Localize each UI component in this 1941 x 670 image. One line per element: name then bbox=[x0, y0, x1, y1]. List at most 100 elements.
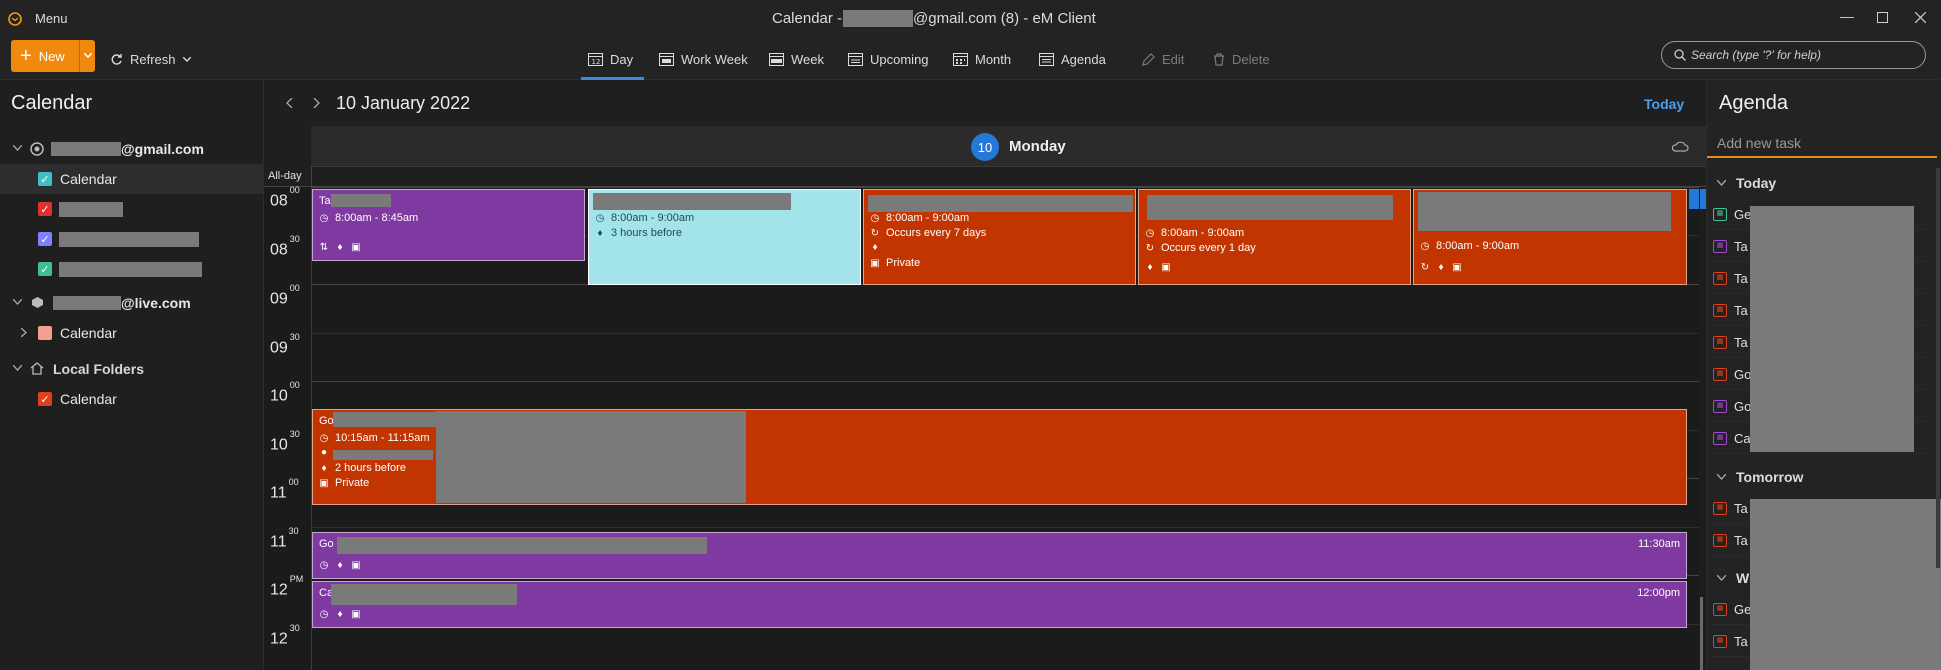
bell-icon: ♦ bbox=[872, 242, 878, 253]
calendar-upcoming-icon bbox=[848, 53, 863, 66]
view-week-button[interactable]: Week bbox=[769, 42, 824, 76]
search-icon bbox=[1674, 49, 1686, 61]
current-date-title: 10 January 2022 bbox=[336, 93, 471, 113]
sidebar-item-redacted-1[interactable]: ✓ bbox=[0, 194, 263, 224]
event-2-time: 8:00am - 9:00am bbox=[611, 212, 695, 224]
redacted-event-title bbox=[868, 195, 1133, 212]
account-live[interactable]: @live.com bbox=[0, 288, 263, 318]
event-5[interactable]: ◷ 8:00am - 9:00am ↻ ♦ ▣ bbox=[1413, 189, 1687, 285]
day-header: 10 Monday bbox=[311, 126, 1706, 167]
sidebar-title: Calendar bbox=[11, 92, 93, 114]
event-2[interactable]: ◷ 8:00am - 9:00am ♦ 3 hours before bbox=[588, 189, 861, 285]
view-work-week-label: Work Week bbox=[681, 51, 748, 67]
view-agenda-button[interactable]: Agenda bbox=[1039, 42, 1106, 76]
event-8[interactable]: Ca 12:00pm ◷ ♦ ▣ bbox=[312, 581, 1687, 628]
delete-button[interactable]: Delete bbox=[1213, 42, 1270, 76]
no-repeat-icon: ⇅ bbox=[319, 242, 329, 253]
gmail-calendar-label: Calendar bbox=[60, 171, 117, 187]
view-day-label: Day bbox=[610, 51, 634, 67]
calendar-event-icon: ▦ bbox=[1713, 240, 1727, 253]
event-4[interactable]: ◷ 8:00am - 9:00am ↻ Occurs every 1 day ♦ ▣ bbox=[1138, 189, 1411, 285]
time-grid[interactable]: 0800 0830 0900 0930 1000 1030 1100 1130 … bbox=[264, 185, 1706, 670]
checkbox-checked-icon[interactable]: ✓ bbox=[38, 392, 52, 406]
agenda-panel: Agenda Add new task Today ▦ Ge ▦ Ta ▦ Ta ▦ T… bbox=[1706, 80, 1941, 670]
chevron-right-icon[interactable] bbox=[21, 328, 27, 337]
checkbox-checked-icon[interactable]: ✓ bbox=[38, 172, 52, 186]
event-1[interactable]: Ta ◷ 8:00am - 8:45am ⇅ ♦ ▣ bbox=[312, 189, 585, 261]
agenda-section-today[interactable]: Today bbox=[1717, 175, 1776, 191]
event-7[interactable]: Go 11:30am ◷ ♦ ▣ bbox=[312, 532, 1687, 579]
edit-button[interactable]: Edit bbox=[1142, 42, 1184, 76]
time-label-1000: 1000 bbox=[270, 380, 300, 405]
bell-icon: ♦ bbox=[321, 462, 327, 474]
checkbox-checked-icon[interactable]: ✓ bbox=[38, 262, 52, 276]
redacted-location bbox=[333, 450, 433, 460]
sidebar-item-redacted-3[interactable]: ✓ bbox=[0, 254, 263, 284]
lock-icon: ▣ bbox=[1452, 262, 1462, 273]
event-6-time: 10:15am - 11:15am bbox=[335, 432, 430, 444]
app-logo-icon bbox=[8, 12, 22, 26]
account-gmail[interactable]: @gmail.com bbox=[0, 134, 263, 164]
checkbox-checked-icon[interactable]: ✓ bbox=[38, 202, 52, 216]
chevron-down-icon[interactable] bbox=[1717, 180, 1726, 186]
calendar-event-icon: ▦ bbox=[1713, 502, 1727, 515]
gmail-account-label: @gmail.com bbox=[121, 141, 204, 157]
menu-button[interactable]: Menu bbox=[35, 11, 68, 26]
previous-day-arrow-icon[interactable] bbox=[286, 98, 293, 108]
calendar-color-swatch[interactable] bbox=[38, 326, 52, 340]
event-6-title: Go bbox=[319, 415, 334, 427]
today-button[interactable]: Today bbox=[1644, 96, 1684, 112]
redacted-event-title bbox=[1147, 195, 1393, 220]
time-label-0930: 0930 bbox=[270, 332, 300, 357]
event-1-time: 8:00am - 8:45am bbox=[335, 212, 419, 224]
calendar-day-icon: 12 bbox=[588, 53, 603, 66]
lock-icon: ▣ bbox=[351, 242, 361, 253]
bell-icon: ♦ bbox=[337, 560, 343, 571]
local-folders-group[interactable]: Local Folders bbox=[0, 354, 263, 384]
chevron-down-icon[interactable] bbox=[13, 145, 22, 151]
view-upcoming-label: Upcoming bbox=[870, 51, 929, 67]
maximize-button[interactable] bbox=[1877, 12, 1888, 23]
calendar-event-icon: ▦ bbox=[1713, 368, 1727, 381]
lock-icon: ▣ bbox=[319, 477, 329, 489]
clock-icon: ◷ bbox=[1420, 240, 1430, 252]
new-label: New bbox=[38, 48, 65, 64]
view-day-button[interactable]: 12 Day bbox=[588, 42, 633, 76]
new-button[interactable]: + New bbox=[11, 40, 95, 72]
chevron-down-icon[interactable] bbox=[13, 365, 22, 371]
chevron-down-icon[interactable] bbox=[13, 299, 22, 305]
sidebar-item-live-calendar[interactable]: Calendar bbox=[0, 318, 263, 348]
search-box[interactable]: Search (type '?' for help) bbox=[1661, 41, 1926, 69]
next-day-arrow-icon[interactable] bbox=[313, 98, 320, 108]
new-dropdown-chevron-icon[interactable] bbox=[84, 53, 92, 58]
sidebar-item-gmail-calendar[interactable]: ✓ Calendar bbox=[0, 164, 263, 194]
all-day-row[interactable]: All-day bbox=[264, 167, 1706, 187]
chevron-down-icon[interactable] bbox=[1717, 474, 1726, 480]
add-task-input[interactable]: Add new task bbox=[1707, 128, 1937, 158]
view-upcoming-button[interactable]: Upcoming bbox=[848, 42, 929, 76]
event-4-time: 8:00am - 9:00am bbox=[1161, 227, 1245, 239]
agenda-scrollbar[interactable] bbox=[1936, 168, 1940, 568]
refresh-button[interactable]: Refresh bbox=[110, 42, 191, 76]
scrollbar-track-thumb[interactable] bbox=[1700, 597, 1703, 670]
view-month-button[interactable]: Month bbox=[953, 42, 1011, 76]
calendar-event-icon: ▦ bbox=[1713, 534, 1727, 547]
view-work-week-button[interactable]: Work Week bbox=[659, 42, 748, 76]
sidebar-item-local-calendar[interactable]: ✓ Calendar bbox=[0, 384, 263, 414]
close-button[interactable] bbox=[1915, 12, 1926, 23]
event-3[interactable]: ◷ 8:00am - 9:00am ↻ Occurs every 7 days ♦ … bbox=[863, 189, 1136, 285]
chevron-down-icon[interactable] bbox=[182, 56, 191, 62]
event-3-time: 8:00am - 9:00am bbox=[886, 212, 970, 224]
minimize-button[interactable]: — bbox=[1840, 8, 1854, 28]
all-day-label: All-day bbox=[268, 170, 302, 182]
lock-icon: ▣ bbox=[870, 257, 880, 269]
clock-icon: ◷ bbox=[319, 560, 329, 571]
agenda-section-tomorrow[interactable]: Tomorrow bbox=[1717, 469, 1803, 485]
sidebar-item-redacted-2[interactable]: ✓ bbox=[0, 224, 263, 254]
chevron-down-icon[interactable] bbox=[1717, 575, 1726, 581]
event-6[interactable]: Go ◷ 10:15am - 11:15am ● ♦ 2 hours before … bbox=[312, 409, 1687, 505]
view-week-label: Week bbox=[791, 51, 824, 67]
checkbox-checked-icon[interactable]: ✓ bbox=[38, 232, 52, 246]
time-label-0800: 0800 bbox=[270, 185, 300, 210]
agenda-section-next[interactable]: W bbox=[1717, 570, 1749, 586]
